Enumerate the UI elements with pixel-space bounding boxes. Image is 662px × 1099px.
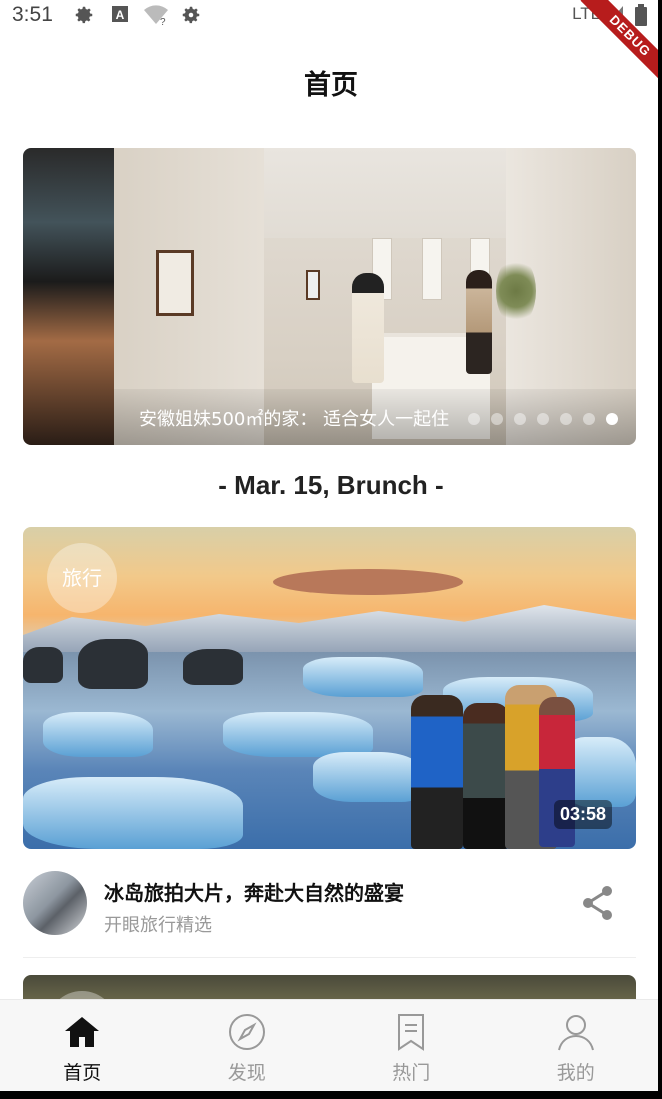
video-author[interactable]: 开眼旅行精选 [104, 911, 212, 937]
gear-icon [180, 4, 202, 30]
nav-mine-label: 我的 [556, 1062, 595, 1084]
battery-icon [634, 4, 648, 30]
home-icon [62, 1012, 102, 1052]
share-icon[interactable] [582, 885, 614, 921]
banner-prev-slide[interactable] [23, 148, 114, 445]
nav-discover-label: 发现 [227, 1062, 266, 1084]
picture-frame [156, 250, 194, 316]
svg-text:?: ? [160, 17, 166, 26]
date-header: - Mar. 15, Brunch - [218, 470, 444, 500]
gear-icon [73, 4, 95, 30]
pagination-dot[interactable] [468, 413, 480, 425]
page-title: 首页 [304, 70, 358, 101]
pagination-dot[interactable] [537, 413, 549, 425]
video-duration: 03:58 [553, 800, 612, 829]
svg-text:A: A [116, 8, 125, 22]
app-bar: 首页 [0, 30, 662, 130]
banner-carousel[interactable]: 安徽姐妹500㎡的家： 适合女人一起住 [23, 148, 636, 445]
pagination-dot[interactable] [514, 413, 526, 425]
nav-discover[interactable]: 发现 [165, 1000, 330, 1092]
pagination-dot[interactable] [491, 413, 503, 425]
system-nav-strip [0, 1091, 662, 1099]
wifi-question-icon: ? [143, 4, 169, 30]
nav-mine[interactable]: 我的 [494, 1000, 659, 1092]
person-icon [556, 1012, 596, 1052]
video-title[interactable]: 冰岛旅拍大片，奔赴大自然的盛宴 [104, 877, 404, 906]
compass-icon [227, 1012, 267, 1052]
status-time: 3:51 [12, 3, 53, 26]
banner-caption: 安徽姐妹500㎡的家： 适合女人一起住 [139, 409, 450, 430]
banner-pagination [468, 413, 618, 425]
pagination-dot[interactable] [583, 413, 595, 425]
bookmark-icon [391, 1012, 431, 1052]
author-avatar[interactable] [23, 871, 87, 935]
video-info-row[interactable]: 冰岛旅拍大片，奔赴大自然的盛宴 开眼旅行精选 [23, 871, 636, 958]
nav-home[interactable]: 首页 [0, 1000, 165, 1092]
nav-hot[interactable]: 热门 [329, 1000, 494, 1092]
video-thumbnail[interactable]: 旅行 03:58 [23, 527, 636, 849]
pagination-dot[interactable] [560, 413, 572, 425]
screen-edge [658, 0, 662, 1099]
nav-home-label: 首页 [63, 1062, 102, 1084]
a-icon: A [110, 4, 130, 28]
status-bar: 3:51 A ? LTE DEBUG [0, 0, 662, 86]
bottom-navigation: 首页 发现 热门 我的 [0, 999, 658, 1092]
pagination-dot-active[interactable] [606, 413, 618, 425]
nav-hot-label: 热门 [392, 1062, 431, 1084]
category-badge[interactable]: 旅行 [47, 543, 117, 613]
